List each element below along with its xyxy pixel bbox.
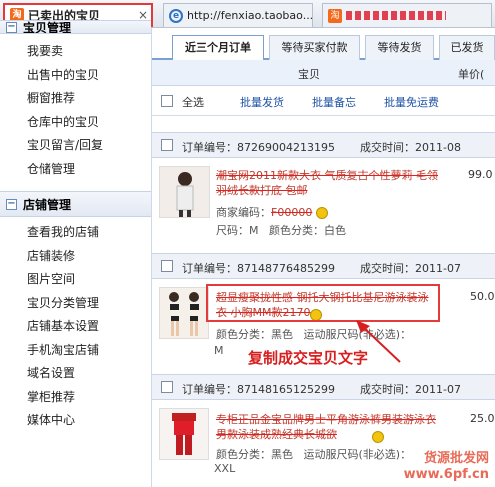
- product-thumbnail[interactable]: [159, 408, 209, 460]
- section-item-management[interactable]: − 宝贝管理: [0, 20, 151, 34]
- order-number: 订单编号：87148165125299: [182, 383, 335, 396]
- sidebar-item-3[interactable]: 仓库中的宝贝: [0, 111, 151, 135]
- taobao-icon: 淘: [328, 8, 342, 23]
- sku-size: M: [214, 344, 224, 357]
- order-number: 订单编号：87269004213195: [182, 141, 335, 154]
- order-checkbox[interactable]: [161, 381, 173, 393]
- sidebar-shop-item-1[interactable]: 店铺装修: [0, 245, 151, 269]
- highlight-box: [206, 284, 440, 322]
- sidebar-item-1[interactable]: 出售中的宝贝: [0, 64, 151, 88]
- sidebar-shop-item-4[interactable]: 店铺基本设置: [0, 315, 151, 339]
- unit-price: 25.0: [470, 412, 495, 425]
- batch-note-link[interactable]: 批量备忘: [312, 94, 356, 110]
- tab-shipped[interactable]: 已发货: [439, 35, 495, 60]
- tab-recent-orders[interactable]: 近三个月订单: [172, 35, 264, 62]
- order-checkbox[interactable]: [161, 260, 173, 272]
- sidebar-item-4[interactable]: 宝贝留言/回复: [0, 134, 151, 158]
- select-all-checkbox[interactable]: [161, 95, 173, 107]
- sidebar-shop-item-3[interactable]: 宝贝分类管理: [0, 292, 151, 316]
- merchant-code: 商家编码：F00000: [216, 204, 328, 220]
- browser-tab-redacted[interactable]: 淘: [322, 3, 492, 27]
- sku-info: 颜色分类：黑色 运动服尺码(非必选)：: [216, 448, 412, 461]
- sidebar-item-5[interactable]: 仓储管理: [0, 158, 151, 182]
- product-thumbnail[interactable]: [159, 287, 209, 339]
- unit-price: 99.0: [468, 168, 493, 181]
- watermark-line1: 货源批发网: [423, 451, 489, 466]
- redaction-scribble: [346, 11, 446, 20]
- main-content: 近三个月订单 等待买家付款 等待发货 已发货 宝贝 单价( 全选 批量发货 批量…: [152, 28, 495, 487]
- column-header: 宝贝 单价(: [152, 60, 495, 86]
- sku-info: 尺码：M 颜色分类：白色: [216, 224, 346, 237]
- tab-url: http://fenxiao.taobao....: [187, 9, 313, 22]
- sidebar-shop-item-7[interactable]: 掌柜推荐: [0, 386, 151, 410]
- coin-icon: [372, 431, 384, 443]
- col-price: 单价(: [458, 68, 485, 81]
- sidebar-shop-item-5[interactable]: 手机淘宝店铺: [0, 339, 151, 363]
- order-header: 订单编号：87148776485299 成交时间：2011-07: [152, 253, 495, 279]
- sidebar-item-0[interactable]: 我要卖: [0, 40, 151, 64]
- sku-size: XXL: [214, 462, 236, 475]
- sidebar-item-2[interactable]: 橱窗推荐: [0, 87, 151, 111]
- product-title-link[interactable]: 潮宝网2011新款大衣 气质复古个性萝莉 毛领羽绒长款打底 包邮: [216, 168, 446, 198]
- sidebar-shop-item-6[interactable]: 域名设置: [0, 362, 151, 386]
- section-shop-management[interactable]: − 店铺管理: [0, 191, 151, 217]
- sidebar-shop-item-0[interactable]: 查看我的店铺: [0, 221, 151, 245]
- order-header: 订单编号：87148165125299 成交时间：2011-07: [152, 374, 495, 400]
- order-time: 成交时间：2011-08: [360, 141, 461, 154]
- batch-toolbar: 全选 批量发货 批量备忘 批量免运费: [152, 86, 495, 116]
- order-checkbox[interactable]: [161, 139, 173, 151]
- order-tabs: 近三个月订单 等待买家付款 等待发货 已发货: [152, 28, 495, 62]
- sidebar-shop-item-2[interactable]: 图片空间: [0, 268, 151, 292]
- unit-price: 50.0: [470, 290, 495, 303]
- select-all-label: 全选: [182, 96, 204, 109]
- sidebar-shop-item-8[interactable]: 媒体中心: [0, 409, 151, 433]
- annotation-text: 复制成交宝贝文字: [248, 349, 369, 367]
- product-title-link[interactable]: 专柜正品金宝品牌男士平角游泳裤男装游泳衣男款泳装成熟经典长城欲: [216, 412, 442, 442]
- tab-awaiting-payment[interactable]: 等待买家付款: [269, 35, 360, 60]
- col-item: 宝贝: [298, 68, 320, 81]
- order-time: 成交时间：2011-07: [360, 383, 461, 396]
- order-time: 成交时间：2011-07: [360, 262, 461, 275]
- product-thumbnail[interactable]: [159, 166, 210, 218]
- watermark: 货源批发网 www.6pf.cn: [404, 451, 489, 483]
- coin-icon: [315, 207, 328, 219]
- section-title: 店铺管理: [23, 197, 72, 212]
- section-title: 宝贝管理: [23, 20, 72, 34]
- ie-icon: e: [169, 8, 183, 23]
- browser-tab-fenxiao[interactable]: e http://fenxiao.taobao....: [163, 3, 313, 27]
- sidebar: − 宝贝管理 我要卖 出售中的宝贝 橱窗推荐 仓库中的宝贝 宝贝留言/回复 仓储管理 − …: [0, 20, 152, 487]
- batch-free-ship-link[interactable]: 批量免运费: [384, 94, 439, 110]
- order-header: 订单编号：87269004213195 成交时间：2011-08: [152, 132, 495, 158]
- watermark-line2: www.6pf.cn: [403, 467, 489, 482]
- collapse-icon[interactable]: −: [6, 198, 17, 210]
- batch-ship-link[interactable]: 批量发货: [240, 94, 284, 110]
- tab-awaiting-shipment[interactable]: 等待发货: [365, 35, 434, 60]
- order-number: 订单编号：87148776485299: [182, 262, 335, 275]
- collapse-icon[interactable]: −: [6, 21, 17, 33]
